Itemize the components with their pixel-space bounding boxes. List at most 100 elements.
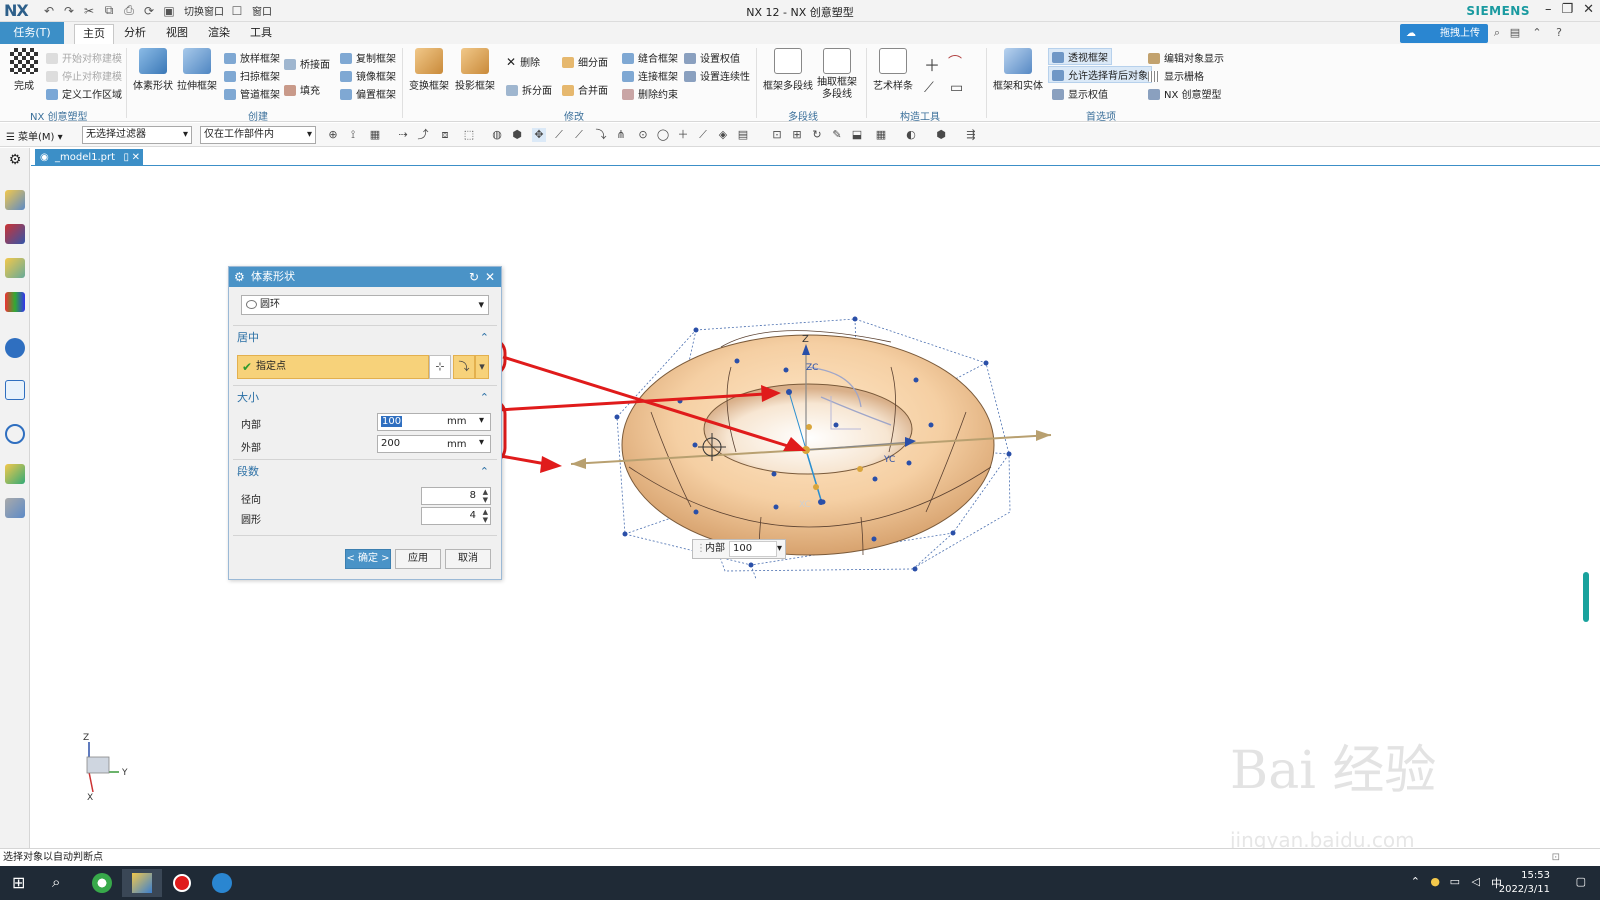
- tab-tools[interactable]: 工具: [242, 24, 280, 44]
- menu-button[interactable]: ☰ 菜单(M) ▾: [6, 128, 63, 143]
- existing-point-icon[interactable]: ＋: [676, 128, 690, 142]
- rotate-icon[interactable]: ↻: [810, 128, 824, 142]
- pan-icon[interactable]: ✎: [830, 128, 844, 142]
- document-tab[interactable]: ◉ _model1.prt ▯ ✕: [35, 149, 143, 166]
- endpoint-snap-icon[interactable]: ⟋: [552, 128, 566, 142]
- rectangle-icon[interactable]: ▭: [950, 80, 963, 96]
- mirror-frame-button[interactable]: 镜像框架: [340, 68, 396, 83]
- constraint-navigator-icon[interactable]: [5, 224, 25, 244]
- art-spline-button[interactable]: 艺术样条: [872, 48, 914, 92]
- outer-unit-dropdown-icon[interactable]: ▾: [479, 437, 484, 448]
- switch-window-button[interactable]: 切换窗口: [184, 3, 224, 18]
- reset-icon[interactable]: ↻: [469, 267, 479, 287]
- merge-face-button[interactable]: 合并面: [562, 82, 608, 97]
- rectangle-select-icon[interactable]: ⬚: [462, 128, 476, 142]
- taskbar-search-icon[interactable]: ⌕: [52, 873, 60, 891]
- arc-icon[interactable]: ⌒: [948, 52, 962, 72]
- web-browser-icon[interactable]: [5, 380, 25, 400]
- status-panel-icon[interactable]: ⊡: [1552, 849, 1560, 866]
- see-through-frame-toggle[interactable]: 透视框架: [1048, 48, 1112, 65]
- frame-and-solid-button[interactable]: 框架和实体: [992, 48, 1044, 92]
- midpoint-snap-icon[interactable]: ⟋: [572, 128, 586, 142]
- switch-window-icon[interactable]: ▣: [162, 4, 176, 18]
- section-icon[interactable]: ⬓: [850, 128, 864, 142]
- settings-gear-icon[interactable]: ⚙: [5, 152, 25, 172]
- center-snap-icon[interactable]: ⊙: [636, 128, 650, 142]
- project-frame-button[interactable]: 投影框架: [454, 48, 496, 92]
- set-continuity-button[interactable]: 设置连续性: [684, 68, 750, 83]
- info-icon[interactable]: [5, 338, 25, 358]
- select-chain-icon[interactable]: ⤴: [416, 128, 430, 142]
- layer-icon[interactable]: ▦: [874, 128, 888, 142]
- dialog-title-bar[interactable]: ⚙ 体素形状 ↻ ✕: [229, 267, 501, 287]
- symmetric-stop-button[interactable]: 停止对称建模: [46, 68, 122, 83]
- specify-point-row[interactable]: ✔ 指定点: [237, 355, 429, 379]
- fit-icon[interactable]: ⊞: [790, 128, 804, 142]
- tab-render[interactable]: 渲染: [200, 24, 238, 44]
- view-icon[interactable]: ⊡: [770, 128, 784, 142]
- section-size-header[interactable]: 大小 ⌃: [237, 389, 493, 407]
- history-clock-icon[interactable]: [5, 424, 25, 444]
- section-segments-header[interactable]: 段数 ⌃: [237, 463, 493, 481]
- ok-button[interactable]: < 确定 >: [345, 549, 391, 569]
- set-weight-button[interactable]: 设置权值: [684, 50, 740, 65]
- panel-icon[interactable]: ▤: [1508, 26, 1522, 40]
- pipe-frame-button[interactable]: 管道框架: [224, 86, 280, 101]
- point-icon[interactable]: ＋: [924, 52, 940, 76]
- stepper-arrows-icon[interactable]: ▲ ▼: [483, 508, 488, 524]
- tray-app-icon[interactable]: ●: [1430, 875, 1440, 888]
- taskbar-app-browser[interactable]: [82, 869, 122, 897]
- show-weight-toggle[interactable]: 显示权值: [1052, 86, 1108, 101]
- shape-type-select[interactable]: 圆环: [241, 295, 489, 315]
- point-type-dropdown[interactable]: ▾: [475, 355, 489, 379]
- allow-select-behind-toggle[interactable]: 允许选择背后对象: [1048, 66, 1152, 83]
- apply-button[interactable]: 应用: [395, 549, 441, 569]
- finish-button[interactable]: 完成: [8, 48, 40, 92]
- collapse-caret-icon[interactable]: ⌃: [480, 329, 489, 347]
- symmetric-start-button[interactable]: 开始对称建模: [46, 50, 122, 65]
- quadrant-snap-icon[interactable]: ◯: [656, 128, 670, 142]
- window-menu[interactable]: 窗口: [252, 3, 272, 18]
- fill-button[interactable]: 填充: [284, 82, 320, 97]
- collapse-caret-icon[interactable]: ⌃: [480, 463, 489, 481]
- body-shape-button[interactable]: 体素形状: [132, 48, 174, 92]
- print-icon[interactable]: ⎙: [122, 3, 136, 18]
- filter-icon[interactable]: ▦: [368, 128, 382, 142]
- edit-display-button[interactable]: 编辑对象显示: [1148, 50, 1224, 65]
- control-point-icon[interactable]: ⤵: [594, 128, 608, 142]
- restore-icon[interactable]: ❐: [1561, 2, 1573, 17]
- select-all-icon[interactable]: ⧈: [438, 128, 452, 142]
- inner-radius-input[interactable]: 100: [377, 413, 491, 431]
- clock[interactable]: 15:53 2022/3/11: [1499, 869, 1550, 897]
- cloud-upload-button[interactable]: ☁ 拖拽上传: [1400, 24, 1488, 43]
- notification-icon[interactable]: ▢: [1576, 875, 1586, 888]
- volume-icon[interactable]: ◁: [1472, 875, 1480, 888]
- render-style-icon[interactable]: ◐: [904, 128, 918, 142]
- taskbar-app-feather[interactable]: [202, 869, 242, 897]
- cut-icon[interactable]: ✂: [82, 4, 96, 18]
- circular-segments-stepper[interactable]: 4 ▲ ▼: [421, 507, 491, 525]
- tab-analysis[interactable]: 分析: [116, 24, 154, 44]
- process-studio-icon[interactable]: [5, 464, 25, 484]
- general-select-icon[interactable]: ⟟: [346, 128, 360, 142]
- copy-frame-button[interactable]: 复制框架: [340, 50, 396, 65]
- bridge-face-button[interactable]: 桥接面: [284, 56, 330, 71]
- radial-segments-stepper[interactable]: 8 ▲ ▼: [421, 487, 491, 505]
- tab-view[interactable]: 视图: [158, 24, 196, 44]
- roles-icon[interactable]: [5, 498, 25, 518]
- select-by-icon[interactable]: ⇢: [396, 128, 410, 142]
- tab-home[interactable]: 主页: [74, 24, 114, 44]
- frame-polyline-button[interactable]: 框架多段线: [762, 48, 814, 92]
- dialog-gear-icon[interactable]: ⚙: [234, 267, 245, 287]
- reuse-library-icon[interactable]: [5, 292, 25, 312]
- show-grid-toggle[interactable]: 显示栅格: [1148, 68, 1204, 83]
- lofted-frame-button[interactable]: 放样框架: [224, 50, 280, 65]
- onscreen-dropdown-icon[interactable]: ▾: [777, 540, 782, 558]
- search-icon[interactable]: ⌕: [1490, 26, 1504, 40]
- windows-start-icon[interactable]: ⊞: [12, 873, 25, 892]
- extrude-frame-button[interactable]: 拉伸框架: [176, 48, 218, 92]
- network-icon[interactable]: ▭: [1450, 875, 1460, 888]
- scroll-indicator[interactable]: [1583, 572, 1589, 622]
- connect-frame-button[interactable]: 连接框架: [622, 68, 678, 83]
- intersection-icon[interactable]: ⋔: [614, 128, 628, 142]
